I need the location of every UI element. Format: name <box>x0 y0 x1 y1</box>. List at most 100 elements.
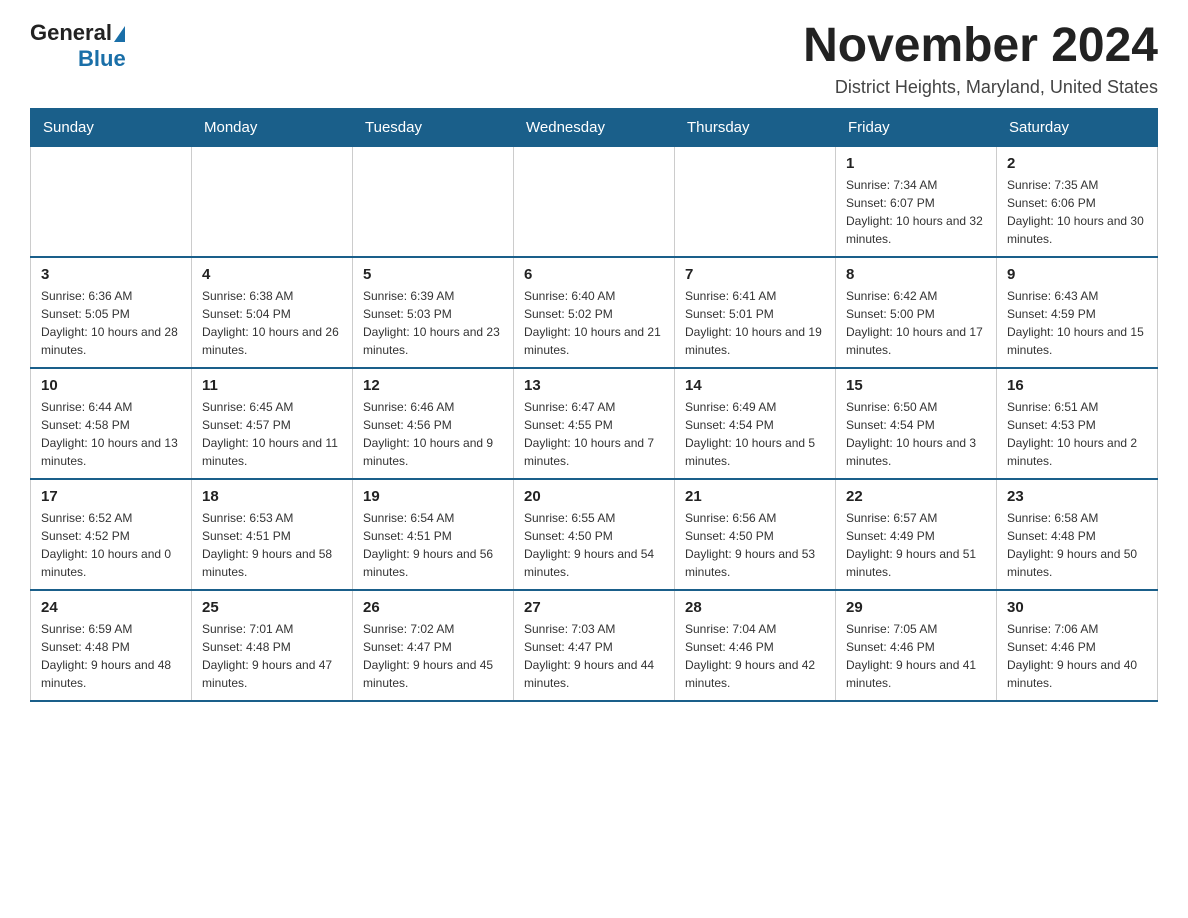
logo-arrow-icon <box>114 26 125 42</box>
day-info: Sunrise: 7:35 AM Sunset: 6:06 PM Dayligh… <box>1007 176 1147 248</box>
table-row: 29 Sunrise: 7:05 AM Sunset: 4:46 PM Dayli… <box>836 590 997 701</box>
day-info: Sunrise: 6:51 AM Sunset: 4:53 PM Dayligh… <box>1007 398 1147 470</box>
week-row-5: 24Sunrise: 6:59 AM Sunset: 4:48 PM Dayli… <box>31 590 1158 701</box>
table-row: 10 Sunrise: 6:44 AM Sunset: 4:58 PM Dayli… <box>31 368 192 479</box>
calendar-table: Sunday Monday Tuesday Wednesday Thursday… <box>30 108 1158 702</box>
day-number: 11 <box>202 377 342 394</box>
week-row-3: 10 Sunrise: 6:44 AM Sunset: 4:58 PM Dayli… <box>31 368 1158 479</box>
day-number: 30 <box>1007 599 1147 616</box>
table-row: 30 Sunrise: 7:06 AM Sunset: 4:46 PM Dayli… <box>997 590 1158 701</box>
day-number: 23 <box>1007 488 1147 505</box>
day-number: 28 <box>685 599 825 616</box>
table-row: 7 Sunrise: 6:41 AM Sunset: 5:01 PM Daylig… <box>675 257 836 368</box>
table-row: 28 Sunrise: 7:04 AM Sunset: 4:46 PM Dayli… <box>675 590 836 701</box>
logo-general-text: General <box>30 20 112 46</box>
week-row-4: 17 Sunrise: 6:52 AM Sunset: 4:52 PM Dayli… <box>31 479 1158 590</box>
title-block: November 2024 District Heights, Maryland… <box>803 20 1158 98</box>
header-friday: Friday <box>836 108 997 146</box>
table-row: 2 Sunrise: 7:35 AM Sunset: 6:06 PM Daylig… <box>997 146 1158 257</box>
day-info: Sunrise: 6:39 AM Sunset: 5:03 PM Dayligh… <box>363 287 503 359</box>
day-number: 25 <box>202 599 342 616</box>
day-info: Sunrise: 6:55 AM Sunset: 4:50 PM Dayligh… <box>524 509 664 581</box>
day-number: 16 <box>1007 377 1147 394</box>
table-row: 26 Sunrise: 7:02 AM Sunset: 4:47 PM Dayli… <box>353 590 514 701</box>
day-info: Sunrise: 6:52 AM Sunset: 4:52 PM Dayligh… <box>41 509 181 581</box>
table-row: 14 Sunrise: 6:49 AM Sunset: 4:54 PM Dayli… <box>675 368 836 479</box>
day-info: Sunrise: 6:40 AM Sunset: 5:02 PM Dayligh… <box>524 287 664 359</box>
table-row: 24Sunrise: 6:59 AM Sunset: 4:48 PM Dayli… <box>31 590 192 701</box>
day-info: Sunrise: 6:47 AM Sunset: 4:55 PM Dayligh… <box>524 398 664 470</box>
table-row: 20 Sunrise: 6:55 AM Sunset: 4:50 PM Dayli… <box>514 479 675 590</box>
day-info: Sunrise: 6:56 AM Sunset: 4:50 PM Dayligh… <box>685 509 825 581</box>
day-number: 12 <box>363 377 503 394</box>
header-wednesday: Wednesday <box>514 108 675 146</box>
day-info: Sunrise: 7:05 AM Sunset: 4:46 PM Dayligh… <box>846 620 986 692</box>
day-info: Sunrise: 6:42 AM Sunset: 5:00 PM Dayligh… <box>846 287 986 359</box>
table-row <box>192 146 353 257</box>
logo: General Blue <box>30 20 126 72</box>
header-monday: Monday <box>192 108 353 146</box>
table-row: 5 Sunrise: 6:39 AM Sunset: 5:03 PM Daylig… <box>353 257 514 368</box>
header-thursday: Thursday <box>675 108 836 146</box>
day-info: Sunrise: 6:50 AM Sunset: 4:54 PM Dayligh… <box>846 398 986 470</box>
header-tuesday: Tuesday <box>353 108 514 146</box>
week-row-1: 1Sunrise: 7:34 AM Sunset: 6:07 PM Daylig… <box>31 146 1158 257</box>
day-info: Sunrise: 7:04 AM Sunset: 4:46 PM Dayligh… <box>685 620 825 692</box>
table-row: 6 Sunrise: 6:40 AM Sunset: 5:02 PM Daylig… <box>514 257 675 368</box>
day-info: Sunrise: 7:02 AM Sunset: 4:47 PM Dayligh… <box>363 620 503 692</box>
day-info: Sunrise: 6:41 AM Sunset: 5:01 PM Dayligh… <box>685 287 825 359</box>
day-number: 5 <box>363 266 503 283</box>
day-number: 19 <box>363 488 503 505</box>
weekday-header-row: Sunday Monday Tuesday Wednesday Thursday… <box>31 108 1158 146</box>
day-number: 17 <box>41 488 181 505</box>
day-number: 13 <box>524 377 664 394</box>
day-info: Sunrise: 6:49 AM Sunset: 4:54 PM Dayligh… <box>685 398 825 470</box>
header-sunday: Sunday <box>31 108 192 146</box>
table-row <box>31 146 192 257</box>
day-number: 26 <box>363 599 503 616</box>
day-info: Sunrise: 6:45 AM Sunset: 4:57 PM Dayligh… <box>202 398 342 470</box>
day-info: Sunrise: 6:57 AM Sunset: 4:49 PM Dayligh… <box>846 509 986 581</box>
day-info: Sunrise: 6:54 AM Sunset: 4:51 PM Dayligh… <box>363 509 503 581</box>
header-saturday: Saturday <box>997 108 1158 146</box>
day-info: Sunrise: 6:53 AM Sunset: 4:51 PM Dayligh… <box>202 509 342 581</box>
page-header: General Blue November 2024 District Heig… <box>30 20 1158 98</box>
table-row: 9Sunrise: 6:43 AM Sunset: 4:59 PM Daylig… <box>997 257 1158 368</box>
table-row: 16 Sunrise: 6:51 AM Sunset: 4:53 PM Dayli… <box>997 368 1158 479</box>
day-number: 6 <box>524 266 664 283</box>
day-number: 27 <box>524 599 664 616</box>
table-row: 8 Sunrise: 6:42 AM Sunset: 5:00 PM Daylig… <box>836 257 997 368</box>
table-row: 21 Sunrise: 6:56 AM Sunset: 4:50 PM Dayli… <box>675 479 836 590</box>
table-row: 23Sunrise: 6:58 AM Sunset: 4:48 PM Dayli… <box>997 479 1158 590</box>
table-row: 17 Sunrise: 6:52 AM Sunset: 4:52 PM Dayli… <box>31 479 192 590</box>
day-number: 15 <box>846 377 986 394</box>
location-subtitle: District Heights, Maryland, United State… <box>803 77 1158 98</box>
table-row: 19 Sunrise: 6:54 AM Sunset: 4:51 PM Dayli… <box>353 479 514 590</box>
table-row: 13 Sunrise: 6:47 AM Sunset: 4:55 PM Dayli… <box>514 368 675 479</box>
day-number: 2 <box>1007 155 1147 172</box>
day-number: 18 <box>202 488 342 505</box>
table-row <box>675 146 836 257</box>
day-number: 8 <box>846 266 986 283</box>
table-row: 18 Sunrise: 6:53 AM Sunset: 4:51 PM Dayli… <box>192 479 353 590</box>
day-number: 20 <box>524 488 664 505</box>
table-row: 4Sunrise: 6:38 AM Sunset: 5:04 PM Daylig… <box>192 257 353 368</box>
day-info: Sunrise: 6:59 AM Sunset: 4:48 PM Dayligh… <box>41 620 181 692</box>
table-row: 1Sunrise: 7:34 AM Sunset: 6:07 PM Daylig… <box>836 146 997 257</box>
table-row <box>514 146 675 257</box>
day-number: 3 <box>41 266 181 283</box>
day-number: 7 <box>685 266 825 283</box>
table-row <box>353 146 514 257</box>
logo-blue-text: Blue <box>78 46 126 72</box>
day-info: Sunrise: 6:44 AM Sunset: 4:58 PM Dayligh… <box>41 398 181 470</box>
day-number: 1 <box>846 155 986 172</box>
day-number: 14 <box>685 377 825 394</box>
table-row: 15 Sunrise: 6:50 AM Sunset: 4:54 PM Dayli… <box>836 368 997 479</box>
day-info: Sunrise: 7:06 AM Sunset: 4:46 PM Dayligh… <box>1007 620 1147 692</box>
day-number: 10 <box>41 377 181 394</box>
table-row: 12Sunrise: 6:46 AM Sunset: 4:56 PM Dayli… <box>353 368 514 479</box>
table-row: 25Sunrise: 7:01 AM Sunset: 4:48 PM Dayli… <box>192 590 353 701</box>
day-number: 21 <box>685 488 825 505</box>
day-number: 29 <box>846 599 986 616</box>
day-info: Sunrise: 6:43 AM Sunset: 4:59 PM Dayligh… <box>1007 287 1147 359</box>
